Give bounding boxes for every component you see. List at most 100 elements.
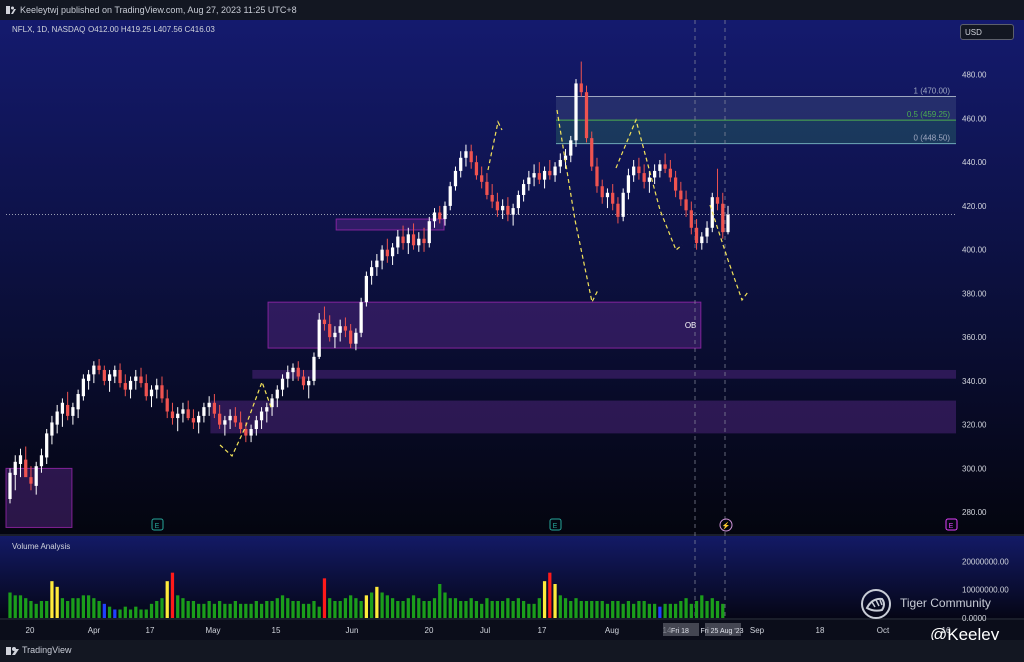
- fib-upper-band: [556, 96, 956, 121]
- volume-bar: [438, 584, 442, 618]
- volume-bar: [553, 584, 557, 618]
- volume-bar: [474, 601, 479, 618]
- volume-bar: [123, 606, 127, 618]
- volume-bar: [92, 598, 96, 618]
- currency-button[interactable]: USD: [960, 24, 1014, 40]
- volume-bar: [453, 598, 458, 618]
- candle-body: [521, 184, 526, 195]
- volume-bar: [422, 601, 426, 618]
- time-axis-label: 20: [26, 626, 35, 635]
- volume-bar: [343, 598, 348, 618]
- candle-body: [605, 192, 610, 198]
- volume-bar: [118, 609, 122, 618]
- volume-bar: [375, 586, 379, 618]
- volume-bar: [584, 601, 589, 618]
- candle-body: [532, 173, 536, 178]
- volume-bar: [170, 572, 175, 618]
- candle-body: [76, 394, 80, 410]
- volume-bar: [558, 595, 562, 618]
- candle-body: [380, 249, 384, 261]
- candle-body: [18, 455, 23, 465]
- time-axis-label: Jun: [346, 626, 359, 635]
- volume-bar: [291, 601, 295, 618]
- volume-bar: [506, 598, 510, 618]
- candle-body: [485, 181, 489, 195]
- volume-bar: [569, 601, 573, 618]
- candle-body: [238, 422, 243, 430]
- candle-body: [689, 210, 693, 228]
- candle-body: [501, 205, 505, 211]
- order-block-zone: [210, 400, 956, 434]
- candle-body: [102, 369, 106, 381]
- candle-body: [66, 404, 70, 416]
- candle-body: [537, 173, 541, 180]
- volume-bar: [684, 598, 688, 618]
- volume-pane-title: Volume Analysis: [12, 542, 70, 551]
- candle-body: [448, 186, 452, 206]
- candle-body: [202, 407, 206, 416]
- candle-body: [312, 356, 316, 381]
- time-axis-label: 15: [272, 626, 281, 635]
- volume-bar: [34, 603, 38, 618]
- time-axis-label: 20: [425, 626, 434, 635]
- volume-bar: [149, 603, 154, 618]
- volume-bar: [286, 598, 290, 618]
- volume-bar: [223, 603, 227, 618]
- dividend-marker-label: ⚡: [722, 521, 731, 530]
- candle-body: [459, 157, 463, 171]
- volume-bar: [658, 606, 662, 618]
- volume-bar: [238, 603, 243, 618]
- volume-bar: [721, 603, 725, 618]
- candle-body: [113, 369, 117, 377]
- chart-canvas[interactable]: OB1 (470.00)0.5 (459.25)0 (448.50)280.00…: [0, 20, 1024, 640]
- candle-body: [71, 407, 75, 416]
- price-axis-label: 360.00: [962, 333, 987, 342]
- candle-body: [144, 383, 148, 397]
- candle-body: [553, 166, 557, 176]
- earnings-marker-label: E: [155, 523, 160, 530]
- volume-bar: [349, 595, 353, 618]
- candle-body: [663, 164, 667, 169]
- volume-bar: [202, 603, 206, 618]
- volume-bar: [632, 603, 636, 618]
- time-axis-label: Sep: [750, 626, 765, 635]
- candle-body: [223, 420, 227, 425]
- tiger-logo-icon: [861, 589, 891, 619]
- candle-body: [218, 413, 222, 425]
- candle-body: [212, 402, 217, 414]
- volume-bar: [532, 603, 536, 618]
- fib-level-1-label: 1 (470.00): [914, 87, 951, 96]
- volume-bar: [501, 601, 505, 618]
- candle-body: [8, 472, 12, 500]
- candle-body: [134, 376, 138, 381]
- volume-bar: [155, 601, 159, 618]
- candle-body: [160, 385, 164, 399]
- candle-body: [123, 383, 127, 390]
- candle-body: [432, 212, 437, 222]
- candle-body: [495, 201, 500, 211]
- volume-bar: [700, 595, 704, 618]
- volume-bar: [705, 601, 709, 618]
- candle-body: [228, 415, 232, 421]
- candle-body: [107, 374, 112, 381]
- volume-bar: [259, 603, 264, 618]
- candle-body: [464, 151, 468, 158]
- candle-body: [474, 162, 479, 176]
- candle-body: [658, 164, 662, 171]
- fib-level-05-label: 0.5 (459.25): [907, 110, 950, 119]
- volume-bar: [249, 603, 253, 618]
- volume-bar: [516, 598, 520, 618]
- candle-body: [328, 324, 332, 338]
- candle-body: [265, 407, 269, 412]
- fib-level-0-label: 0 (448.50): [914, 134, 951, 143]
- price-axis-label: 320.00: [962, 421, 987, 430]
- candle-body: [443, 205, 447, 220]
- candle-body: [301, 376, 306, 386]
- candle-body: [647, 177, 652, 182]
- volume-bar: [317, 606, 321, 618]
- volume-bar: [600, 601, 604, 618]
- volume-bar: [637, 601, 641, 618]
- volume-bar: [390, 598, 395, 618]
- volume-axis-label: 20000000.00: [962, 557, 1009, 566]
- candle-body: [396, 236, 400, 248]
